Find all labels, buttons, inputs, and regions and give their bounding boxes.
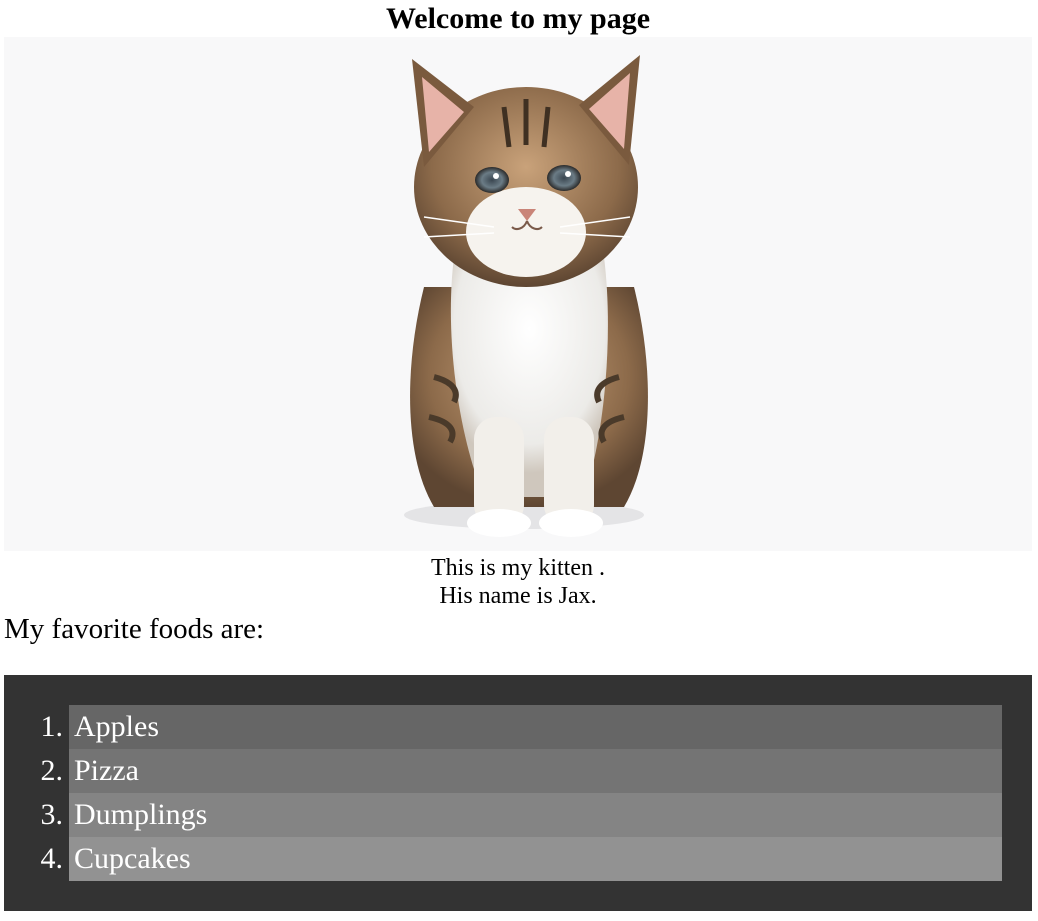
page-title: Welcome to my page: [385, 2, 651, 35]
list-item-label: Pizza: [74, 754, 139, 787]
foods-intro: My favorite foods are:: [4, 613, 265, 645]
list-item: 1. Apples: [41, 705, 1002, 749]
list-item-label: Apples: [74, 710, 159, 743]
list-item-number: 1.: [40, 710, 64, 743]
list-item-label: Dumplings: [74, 798, 208, 831]
food-list-panel: 1. Apples 2. Pizza 3. Dumplings 4. Cupca…: [4, 675, 1032, 911]
list-item-number: 3.: [40, 798, 64, 831]
list-item-number: 2.: [40, 754, 64, 787]
photo-caption: This is my kitten . His name is Jax.: [0, 554, 1036, 610]
list-item-number: 4.: [40, 842, 64, 875]
list-item: 4. Cupcakes: [41, 837, 1002, 881]
list-item-label: Cupcakes: [74, 842, 191, 875]
caption-line-2: His name is Jax.: [439, 583, 597, 609]
kitten-illustration: [404, 55, 648, 537]
food-list: 1. Apples 2. Pizza 3. Dumplings 4. Cupca…: [41, 705, 1002, 881]
list-item: 2. Pizza: [41, 749, 1002, 793]
caption-line-1: This is my kitten .: [431, 555, 605, 581]
kitten-photo: [4, 37, 1032, 551]
list-item: 3. Dumplings: [41, 793, 1002, 837]
